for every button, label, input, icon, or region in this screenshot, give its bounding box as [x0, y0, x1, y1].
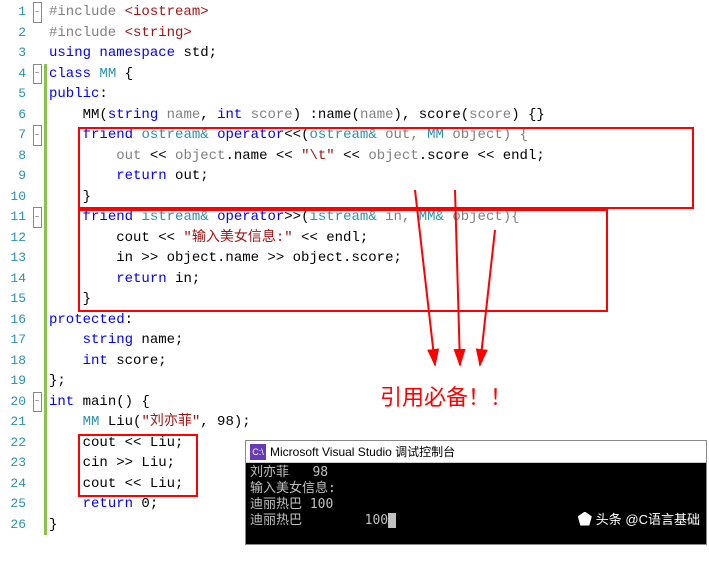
line-number: 17 — [0, 330, 26, 351]
line-number: 10 — [0, 187, 26, 208]
line-number: 26 — [0, 515, 26, 536]
code-line: #include <iostream> — [47, 2, 709, 23]
code-line: using namespace std; — [47, 43, 709, 64]
line-number: 11 — [0, 207, 26, 228]
line-number: 4 — [0, 64, 26, 85]
watermark-text: 头条 @C语言基础 — [596, 509, 700, 528]
code-line: int score; — [47, 351, 709, 372]
fold-toggle-icon[interactable]: − — [33, 2, 42, 23]
fold-toggle-icon[interactable]: − — [33, 64, 42, 85]
code-line: }; — [47, 371, 709, 392]
code-line: } — [47, 187, 709, 208]
line-number: 15 — [0, 289, 26, 310]
code-line: cout << "输入美女信息:" << endl; — [47, 228, 709, 249]
code-line: return out; — [47, 166, 709, 187]
line-number: 25 — [0, 494, 26, 515]
line-number: 23 — [0, 453, 26, 474]
debug-console-window: C:\ Microsoft Visual Studio 调试控制台 刘亦菲 98… — [245, 440, 707, 545]
fold-toggle-icon[interactable]: − — [33, 207, 42, 228]
annotation-text: 引用必备！！ — [380, 380, 512, 412]
code-line: out << object.name << "\t" << object.sco… — [47, 146, 709, 167]
code-line: in >> object.name >> object.score; — [47, 248, 709, 269]
fold-column: − − − − − — [30, 0, 44, 571]
line-number: 19 — [0, 371, 26, 392]
watermark-logo-icon — [578, 512, 592, 526]
console-title-text: Microsoft Visual Studio 调试控制台 — [270, 443, 455, 460]
code-line: class MM { — [47, 64, 709, 85]
code-line: } — [47, 289, 709, 310]
line-number-gutter: 1 2 3 4 5 6 7 8 9 10 11 12 13 14 15 16 1… — [0, 0, 30, 571]
line-number: 24 — [0, 474, 26, 495]
line-number: 3 — [0, 43, 26, 64]
line-number: 1 — [0, 2, 26, 23]
line-number: 7 — [0, 125, 26, 146]
console-app-icon: C:\ — [250, 444, 266, 460]
line-number: 6 — [0, 105, 26, 126]
code-line: protected: — [47, 310, 709, 331]
line-number: 18 — [0, 351, 26, 372]
fold-toggle-icon[interactable]: − — [33, 392, 42, 413]
line-number: 16 — [0, 310, 26, 331]
code-line: string name; — [47, 330, 709, 351]
watermark: 头条 @C语言基础 — [578, 509, 700, 528]
line-number: 12 — [0, 228, 26, 249]
line-number: 8 — [0, 146, 26, 167]
line-number: 22 — [0, 433, 26, 454]
line-number: 9 — [0, 166, 26, 187]
line-number: 5 — [0, 84, 26, 105]
fold-toggle-icon[interactable]: − — [33, 125, 42, 146]
line-number: 13 — [0, 248, 26, 269]
console-titlebar[interactable]: C:\ Microsoft Visual Studio 调试控制台 — [246, 441, 706, 463]
code-line: int main() { — [47, 392, 709, 413]
code-line: return in; — [47, 269, 709, 290]
line-number: 2 — [0, 23, 26, 44]
code-line: MM(string name, int score) :name(name), … — [47, 105, 709, 126]
code-line: #include <string> — [47, 23, 709, 44]
line-number: 21 — [0, 412, 26, 433]
line-number: 20 — [0, 392, 26, 413]
code-line: MM Liu("刘亦菲", 98); — [47, 412, 709, 433]
code-line: friend istream& operator>>(istream& in, … — [47, 207, 709, 228]
code-line: friend ostream& operator<<(ostream& out,… — [47, 125, 709, 146]
code-line: public: — [47, 84, 709, 105]
line-number: 14 — [0, 269, 26, 290]
